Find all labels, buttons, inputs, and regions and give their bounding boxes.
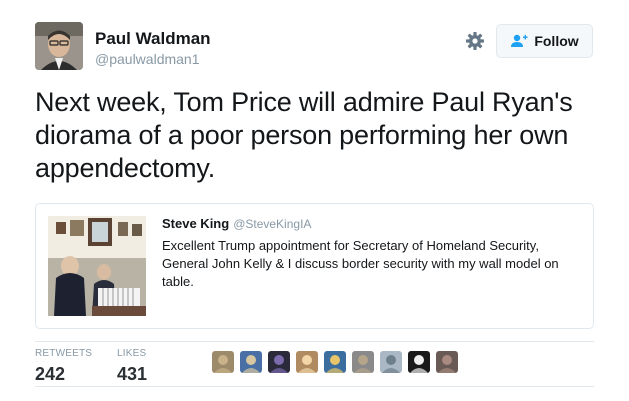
quoted-tweet-text: Excellent Trump appointment for Secretar… <box>162 238 559 289</box>
follow-label: Follow <box>534 33 579 49</box>
retweets-stat[interactable]: RETWEETS 242 <box>35 348 92 385</box>
gear-icon <box>466 32 484 50</box>
liker-avatar[interactable] <box>324 351 346 373</box>
user-photo-icon <box>268 351 290 373</box>
user-photo-icon <box>352 351 374 373</box>
liker-avatar[interactable] <box>240 351 262 373</box>
liker-avatar[interactable] <box>408 351 430 373</box>
user-photo-icon <box>380 351 402 373</box>
quoted-author-name: Steve King <box>162 216 230 231</box>
author-avatar[interactable] <box>35 22 83 70</box>
likes-stat[interactable]: LIKES 431 <box>117 348 147 385</box>
retweets-label: RETWEETS <box>35 348 93 359</box>
user-photo-icon <box>35 22 83 70</box>
office-photo-icon <box>48 216 146 316</box>
liker-avatar[interactable] <box>212 351 234 373</box>
user-photo-icon <box>296 351 318 373</box>
stats-divider-bottom <box>35 386 594 387</box>
follow-button[interactable]: Follow <box>496 24 593 58</box>
liker-avatar[interactable] <box>352 351 374 373</box>
liker-avatar[interactable] <box>380 351 402 373</box>
user-photo-icon <box>324 351 346 373</box>
liker-avatar[interactable] <box>268 351 290 373</box>
user-photo-icon <box>212 351 234 373</box>
retweets-count: 242 <box>35 364 66 384</box>
author-display-name[interactable]: Paul Waldman <box>95 29 211 49</box>
likes-count: 431 <box>117 364 148 384</box>
user-photo-icon <box>240 351 262 373</box>
quoted-tweet-thumbnail[interactable] <box>48 216 146 316</box>
quoted-author[interactable]: Steve King @SteveKingIA <box>162 216 311 231</box>
add-user-icon <box>511 34 528 47</box>
liker-avatar[interactable] <box>436 351 458 373</box>
tweet-text: Next week, Tom Price will admire Paul Ry… <box>35 87 573 183</box>
settings-button[interactable] <box>465 31 485 51</box>
likes-label: LIKES <box>117 348 147 359</box>
likers-list <box>212 351 464 373</box>
liker-avatar[interactable] <box>296 351 318 373</box>
user-photo-icon <box>436 351 458 373</box>
quoted-tweet-card[interactable]: Steve King @SteveKingIA Excellent Trump a… <box>35 203 594 329</box>
user-photo-icon <box>408 351 430 373</box>
author-handle[interactable]: @paulwaldman1 <box>95 51 200 67</box>
quoted-author-handle: @SteveKingIA <box>233 217 312 231</box>
stats-divider-top <box>35 341 594 342</box>
